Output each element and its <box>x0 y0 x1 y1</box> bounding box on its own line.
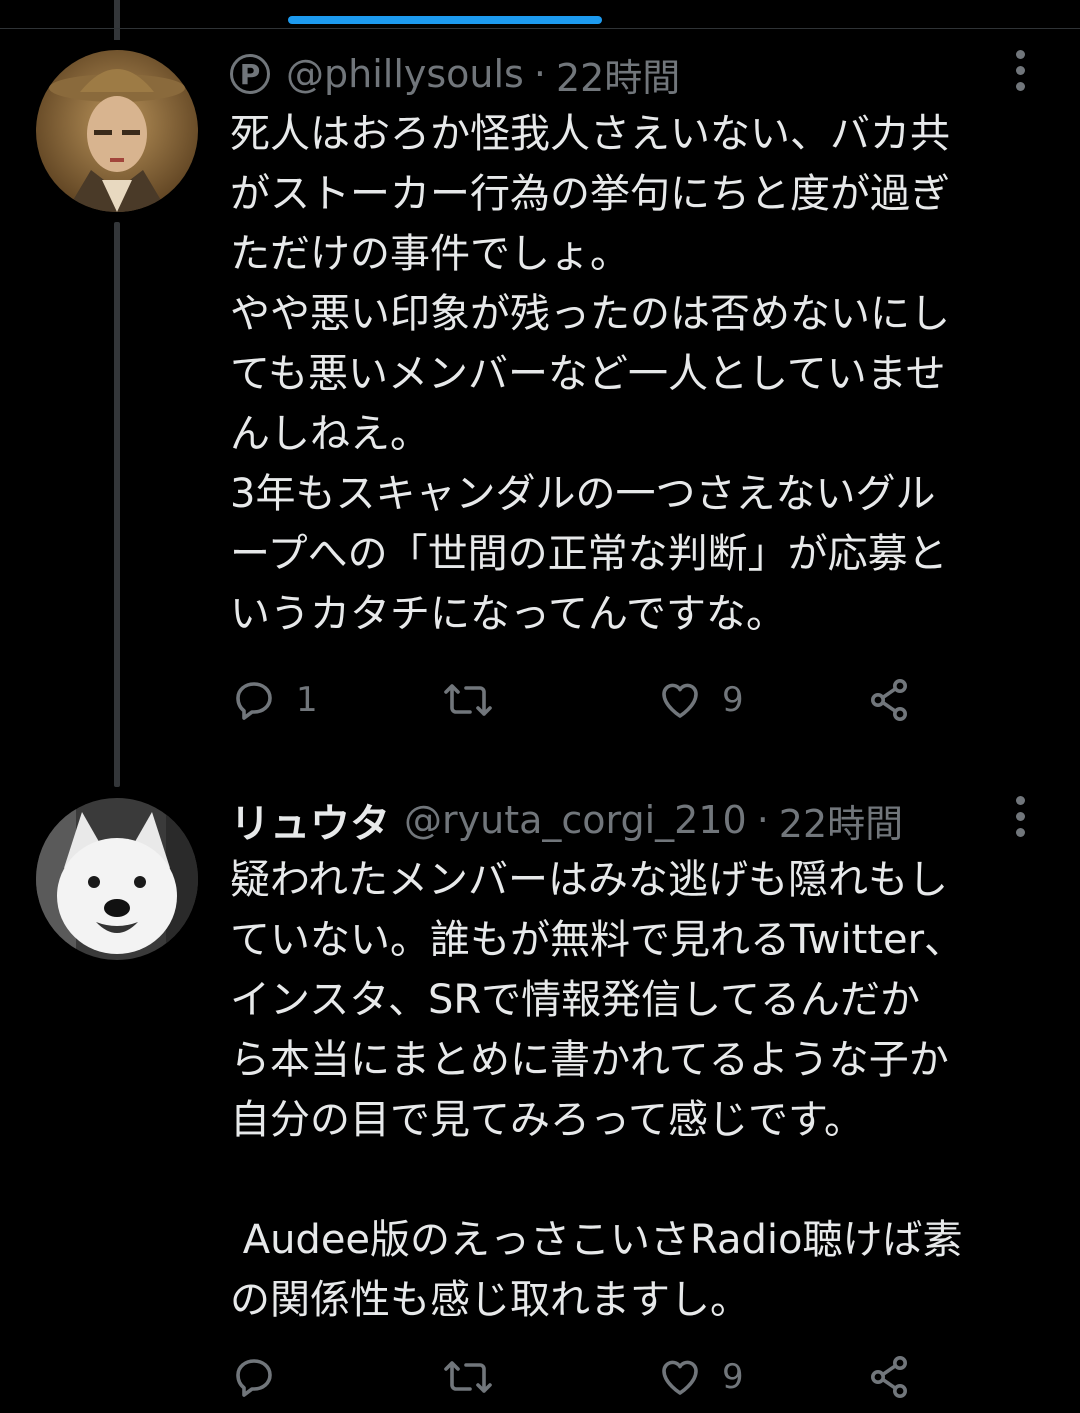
like-button[interactable]: 9 <box>656 1352 744 1402</box>
heart-icon <box>662 1360 698 1395</box>
user-handle[interactable]: @phillysouls <box>286 52 524 96</box>
more-icon[interactable] <box>1008 786 1032 846</box>
user-handle[interactable]: @ryuta_corgi_210 <box>404 798 747 842</box>
timestamp[interactable]: 22時間 <box>556 47 680 102</box>
like-count: 9 <box>722 680 744 720</box>
share-icon <box>871 679 907 721</box>
p-badge-icon: P <box>230 54 270 94</box>
text-line: ても悪いメンバーなど一人としていませ <box>230 351 946 397</box>
text-line: ープへの「世間の正常な判断」が応募と <box>230 531 948 577</box>
reply-button[interactable]: 1 <box>230 675 318 725</box>
text-line: 疑われたメンバーはみな逃げも隠れもし <box>230 857 948 903</box>
display-name[interactable]: リュウタ <box>230 791 390 849</box>
share-button[interactable] <box>866 1352 914 1402</box>
text-line: 死人はおろか怪我人さえいない、バカ共 <box>230 111 950 157</box>
share-button[interactable] <box>866 675 914 725</box>
text-line: ていない。誰もが無料で見れるTwitter、 <box>230 917 965 963</box>
reply-button[interactable] <box>230 1352 296 1402</box>
tweet-actions: 1 9 <box>230 675 930 725</box>
text-line: Audee版のえっさこいさRadio聴けば素 <box>230 1217 963 1263</box>
tweet-1[interactable]: P @phillysouls · 22時間 死人はおろか怪我人さえいない、バカ共… <box>0 0 1080 790</box>
tweet-text: 疑われたメンバーはみな逃げも隠れもし ていない。誰もが無料で見れるTwitter… <box>230 850 1050 1330</box>
retweet-icon <box>444 1361 492 1393</box>
text-line: の関係性も感じ取れますし。 <box>230 1277 750 1323</box>
text-line: 3年もスキャンダルの一つさえないグル <box>230 471 936 517</box>
avatar[interactable] <box>36 798 198 960</box>
text-line: ただけの事件でしょ。 <box>230 231 630 277</box>
retweet-icon <box>444 684 492 716</box>
tweet-text: 死人はおろか怪我人さえいない、バカ共 がストーカー行為の挙句にちと度が過ぎ ただ… <box>230 104 1050 644</box>
share-icon <box>871 1356 907 1398</box>
text-line: いうカタチになってんですな。 <box>230 591 786 637</box>
reply-icon <box>236 682 272 720</box>
tweet-2[interactable]: リュウタ @ryuta_corgi_210 · 22時間 疑われたメンバーはみな… <box>0 790 1080 1413</box>
tweet-header: P @phillysouls · 22時間 <box>230 44 680 104</box>
retweet-button[interactable] <box>442 675 512 725</box>
tweet-header: リュウタ @ryuta_corgi_210 · 22時間 <box>230 790 903 850</box>
thread-connector-line <box>114 222 120 787</box>
text-line: インスタ、SRで情報発信してるんだか <box>230 977 920 1023</box>
separator-dot: · <box>533 52 546 96</box>
separator-dot: · <box>756 798 769 842</box>
reply-count: 1 <box>296 680 318 720</box>
text-line: ら本当にまとめに書かれてるような子か <box>230 1037 949 1083</box>
tweet-actions: 9 <box>230 1352 930 1402</box>
reply-icon <box>236 1359 272 1397</box>
timestamp[interactable]: 22時間 <box>779 793 903 848</box>
avatar[interactable] <box>36 50 198 212</box>
heart-icon <box>662 683 698 718</box>
text-line: 自分の目で見てみろって感じです。 <box>230 1097 864 1143</box>
like-count: 9 <box>722 1357 744 1397</box>
retweet-button[interactable] <box>442 1352 512 1402</box>
text-line: がストーカー行為の挙句にちと度が過ぎ <box>230 171 950 217</box>
text-line: んしねえ。 <box>230 411 430 457</box>
like-button[interactable]: 9 <box>656 675 744 725</box>
more-icon[interactable] <box>1008 40 1032 100</box>
text-line: やや悪い印象が残ったのは否めないにし <box>230 291 950 337</box>
text-line <box>230 1150 1050 1210</box>
